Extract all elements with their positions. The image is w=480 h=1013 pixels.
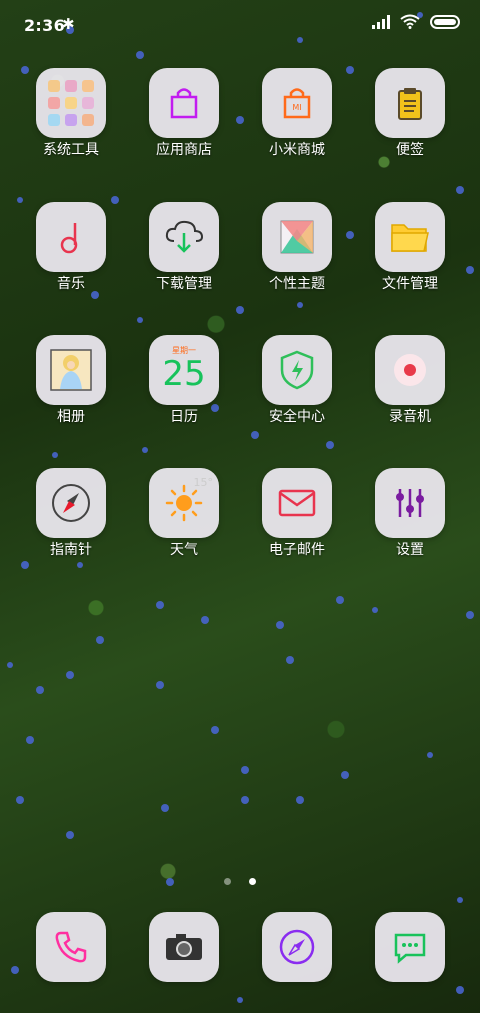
- calendar-date: 25: [162, 356, 205, 392]
- mi-badge: MI: [292, 103, 301, 112]
- signal-icon: [372, 14, 390, 29]
- mail-icon: [262, 468, 332, 538]
- theme-icon: [262, 202, 332, 272]
- folder-icon: [36, 68, 106, 138]
- app-email[interactable]: 电子邮件: [247, 468, 347, 578]
- folder-file-icon: [375, 202, 445, 272]
- dock-messages[interactable]: [360, 912, 460, 988]
- app-label: 天气: [170, 542, 198, 558]
- app-label: 小米商城: [269, 142, 325, 158]
- app-system-tools[interactable]: 系统工具: [21, 68, 121, 178]
- message-icon: [375, 912, 445, 982]
- page-dot[interactable]: [224, 878, 232, 885]
- app-label: 个性主题: [269, 276, 325, 292]
- camera-icon: [149, 912, 219, 982]
- app-security[interactable]: 安全中心: [247, 335, 347, 445]
- app-themes[interactable]: 个性主题: [247, 202, 347, 312]
- app-label: 相册: [57, 409, 85, 425]
- app-download-manager[interactable]: 下载管理: [134, 202, 234, 312]
- app-label: 设置: [396, 542, 424, 558]
- page-indicator: [0, 870, 480, 889]
- app-gallery[interactable]: 相册: [21, 335, 121, 445]
- app-label: 安全中心: [269, 409, 325, 425]
- dock-phone[interactable]: [21, 912, 121, 988]
- dock: [0, 912, 480, 988]
- app-label: 便签: [396, 142, 424, 158]
- cloud-download-icon: [149, 202, 219, 272]
- app-weather[interactable]: 15° 天气: [134, 468, 234, 578]
- app-label: 录音机: [389, 409, 431, 425]
- compass-icon: [36, 468, 106, 538]
- app-label: 音乐: [57, 276, 85, 292]
- battery-icon: [430, 14, 460, 29]
- record-icon: [375, 335, 445, 405]
- gallery-icon: [36, 335, 106, 405]
- calendar-date-digits: 25: [162, 353, 206, 394]
- app-file-manager[interactable]: 文件管理: [360, 202, 460, 312]
- dock-browser[interactable]: [247, 912, 347, 988]
- status-bar: 2:36 ✱: [0, 0, 480, 52]
- shopping-bag-icon: [149, 68, 219, 138]
- weather-temp: 15°: [193, 476, 214, 489]
- browser-compass-icon: [262, 912, 332, 982]
- calendar-icon: 星期一 25: [149, 335, 219, 405]
- status-time: 2:36: [24, 16, 65, 35]
- app-compass[interactable]: 指南针: [21, 468, 121, 578]
- app-label: 文件管理: [382, 276, 438, 292]
- dock-camera[interactable]: [134, 912, 234, 988]
- bluetooth-icon: ✱: [62, 15, 75, 33]
- app-settings[interactable]: 设置: [360, 468, 460, 578]
- app-label: 系统工具: [43, 142, 99, 158]
- app-mi-store[interactable]: MI 小米商城: [247, 68, 347, 178]
- app-label: 应用商店: [156, 142, 212, 158]
- app-recorder[interactable]: 录音机: [360, 335, 460, 445]
- phone-icon: [36, 912, 106, 982]
- app-app-store[interactable]: 应用商店: [134, 68, 234, 178]
- mi-store-bag-icon: MI: [262, 68, 332, 138]
- sun-icon: 15°: [149, 468, 219, 538]
- page-dot-active[interactable]: [248, 878, 256, 885]
- app-label: 日历: [170, 409, 198, 425]
- app-music[interactable]: 音乐: [21, 202, 121, 312]
- music-note-icon: [36, 202, 106, 272]
- app-calendar[interactable]: 星期一 25 日历: [134, 335, 234, 445]
- app-notes[interactable]: 便签: [360, 68, 460, 178]
- app-label: 指南针: [50, 542, 92, 558]
- shield-bolt-icon: [262, 335, 332, 405]
- wifi-icon: [400, 14, 420, 29]
- app-label: 下载管理: [156, 276, 212, 292]
- app-label: 电子邮件: [269, 542, 325, 558]
- clipboard-icon: [375, 68, 445, 138]
- settings-sliders-icon: [375, 468, 445, 538]
